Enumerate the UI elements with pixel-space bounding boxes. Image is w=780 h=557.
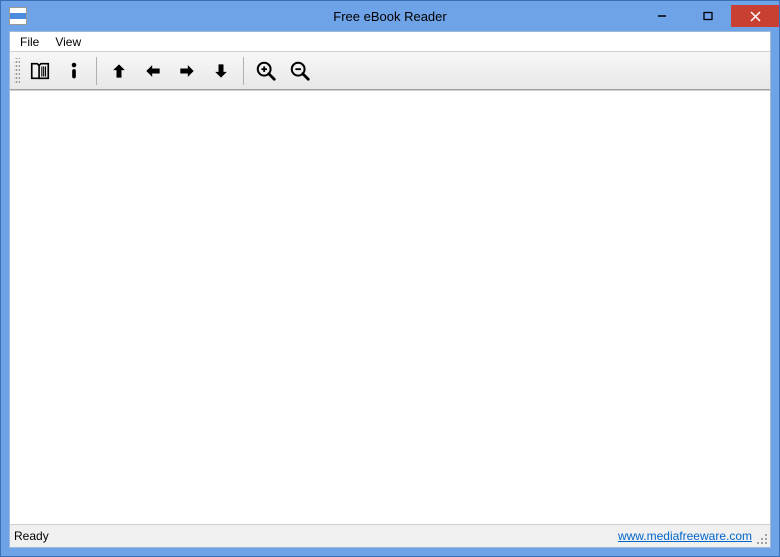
arrow-left-icon [143, 61, 163, 81]
library-icon [29, 60, 51, 82]
content-area[interactable] [10, 90, 770, 525]
status-text: Ready [14, 529, 49, 543]
nav-left-button[interactable] [137, 55, 169, 87]
nav-right-button[interactable] [171, 55, 203, 87]
titlebar[interactable]: Free eBook Reader [1, 1, 779, 31]
toolbar-grip[interactable] [14, 58, 20, 84]
nav-down-button[interactable] [205, 55, 237, 87]
arrow-right-icon [177, 61, 197, 81]
zoom-in-button[interactable] [250, 55, 282, 87]
info-button[interactable] [58, 55, 90, 87]
arrow-down-icon [211, 61, 231, 81]
maximize-button[interactable] [685, 5, 731, 27]
minimize-button[interactable] [639, 5, 685, 27]
menubar: File View [10, 32, 770, 52]
info-icon [63, 60, 85, 82]
library-button[interactable] [24, 55, 56, 87]
zoom-in-icon [255, 60, 277, 82]
nav-up-button[interactable] [103, 55, 135, 87]
maximize-icon [703, 11, 713, 21]
website-link[interactable]: www.mediafreeware.com [618, 529, 752, 543]
zoom-out-button[interactable] [284, 55, 316, 87]
app-icon [9, 7, 27, 25]
close-icon [750, 11, 761, 22]
zoom-out-icon [289, 60, 311, 82]
app-window: Free eBook Reader File View [0, 0, 780, 557]
resize-grip-icon[interactable] [756, 533, 768, 545]
menu-view[interactable]: View [47, 33, 89, 51]
statusbar: Ready www.mediafreeware.com [10, 525, 770, 547]
toolbar-separator [96, 57, 97, 85]
menu-file[interactable]: File [12, 33, 47, 51]
toolbar [10, 52, 770, 90]
close-button[interactable] [731, 5, 779, 27]
client-area: File View [9, 31, 771, 548]
window-controls [639, 5, 779, 27]
minimize-icon [657, 11, 667, 21]
arrow-up-icon [109, 61, 129, 81]
toolbar-separator [243, 57, 244, 85]
